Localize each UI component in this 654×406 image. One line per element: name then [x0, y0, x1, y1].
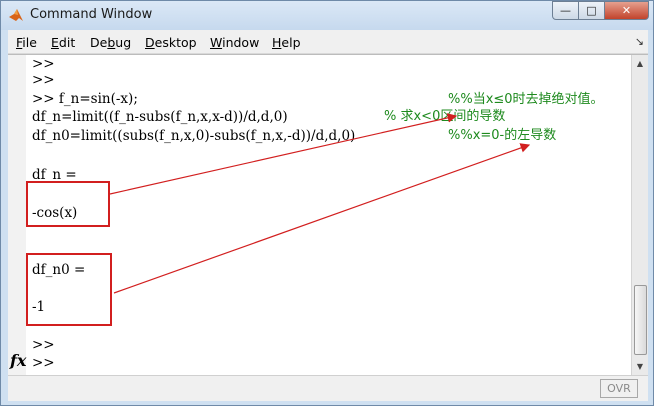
- window-title: Command Window: [30, 7, 153, 22]
- menu-edit[interactable]: Edit: [51, 35, 75, 50]
- console-line: >>: [32, 72, 55, 88]
- scroll-up-icon[interactable]: ▲: [634, 57, 646, 69]
- scroll-down-icon[interactable]: ▼: [634, 360, 646, 372]
- menu-file[interactable]: File: [16, 35, 37, 50]
- menu-bar: File Edit Debug Desktop Window Help ↘: [8, 30, 648, 54]
- matlab-logo-icon: [9, 9, 23, 21]
- console-line: >>: [32, 355, 55, 371]
- menu-desktop[interactable]: Desktop: [145, 35, 197, 50]
- scroll-thumb[interactable]: [634, 285, 647, 355]
- menu-help[interactable]: Help: [272, 35, 301, 50]
- command-window: Command Window — □ ✕ File Edit Debug Des…: [0, 0, 654, 406]
- annotation-note-1: %%当x≤0时去掉绝对值。: [448, 92, 604, 107]
- console-line: >>: [32, 337, 55, 353]
- console-line: df_n=limit((f_n-subs(f_n,x,x-d))/d,d,0): [32, 109, 288, 125]
- menu-debug[interactable]: Debug: [90, 35, 131, 50]
- console-area[interactable]: >> >> >> f_n=sin(-x); df_n=limit((f_n-su…: [8, 54, 648, 401]
- ovr-indicator: OVR: [600, 379, 638, 398]
- title-bar[interactable]: Command Window — □ ✕: [1, 1, 653, 30]
- vertical-scrollbar[interactable]: ▲ ▼: [631, 55, 648, 375]
- highlight-box-df-n: [26, 181, 110, 227]
- inline-comment: % 求x<0区间的导数: [384, 109, 506, 124]
- function-browser-icon[interactable]: fx: [10, 351, 26, 370]
- highlight-box-df-n0: [26, 253, 112, 326]
- window-controls: — □ ✕: [552, 1, 649, 21]
- status-bar: OVR: [8, 375, 648, 401]
- minimize-button[interactable]: —: [552, 1, 579, 20]
- annotation-note-2: %%x=0-的左导数: [448, 128, 557, 143]
- console-line: >> f_n=sin(-x);: [32, 91, 138, 107]
- menu-window[interactable]: Window: [210, 35, 259, 50]
- console-line: df_n0=limit((subs(f_n,x,0)-subs(f_n,x,-d…: [32, 128, 356, 144]
- undock-icon[interactable]: ↘: [635, 35, 644, 48]
- console-gutter: [8, 55, 26, 375]
- close-button[interactable]: ✕: [605, 1, 649, 20]
- maximize-button[interactable]: □: [579, 1, 605, 20]
